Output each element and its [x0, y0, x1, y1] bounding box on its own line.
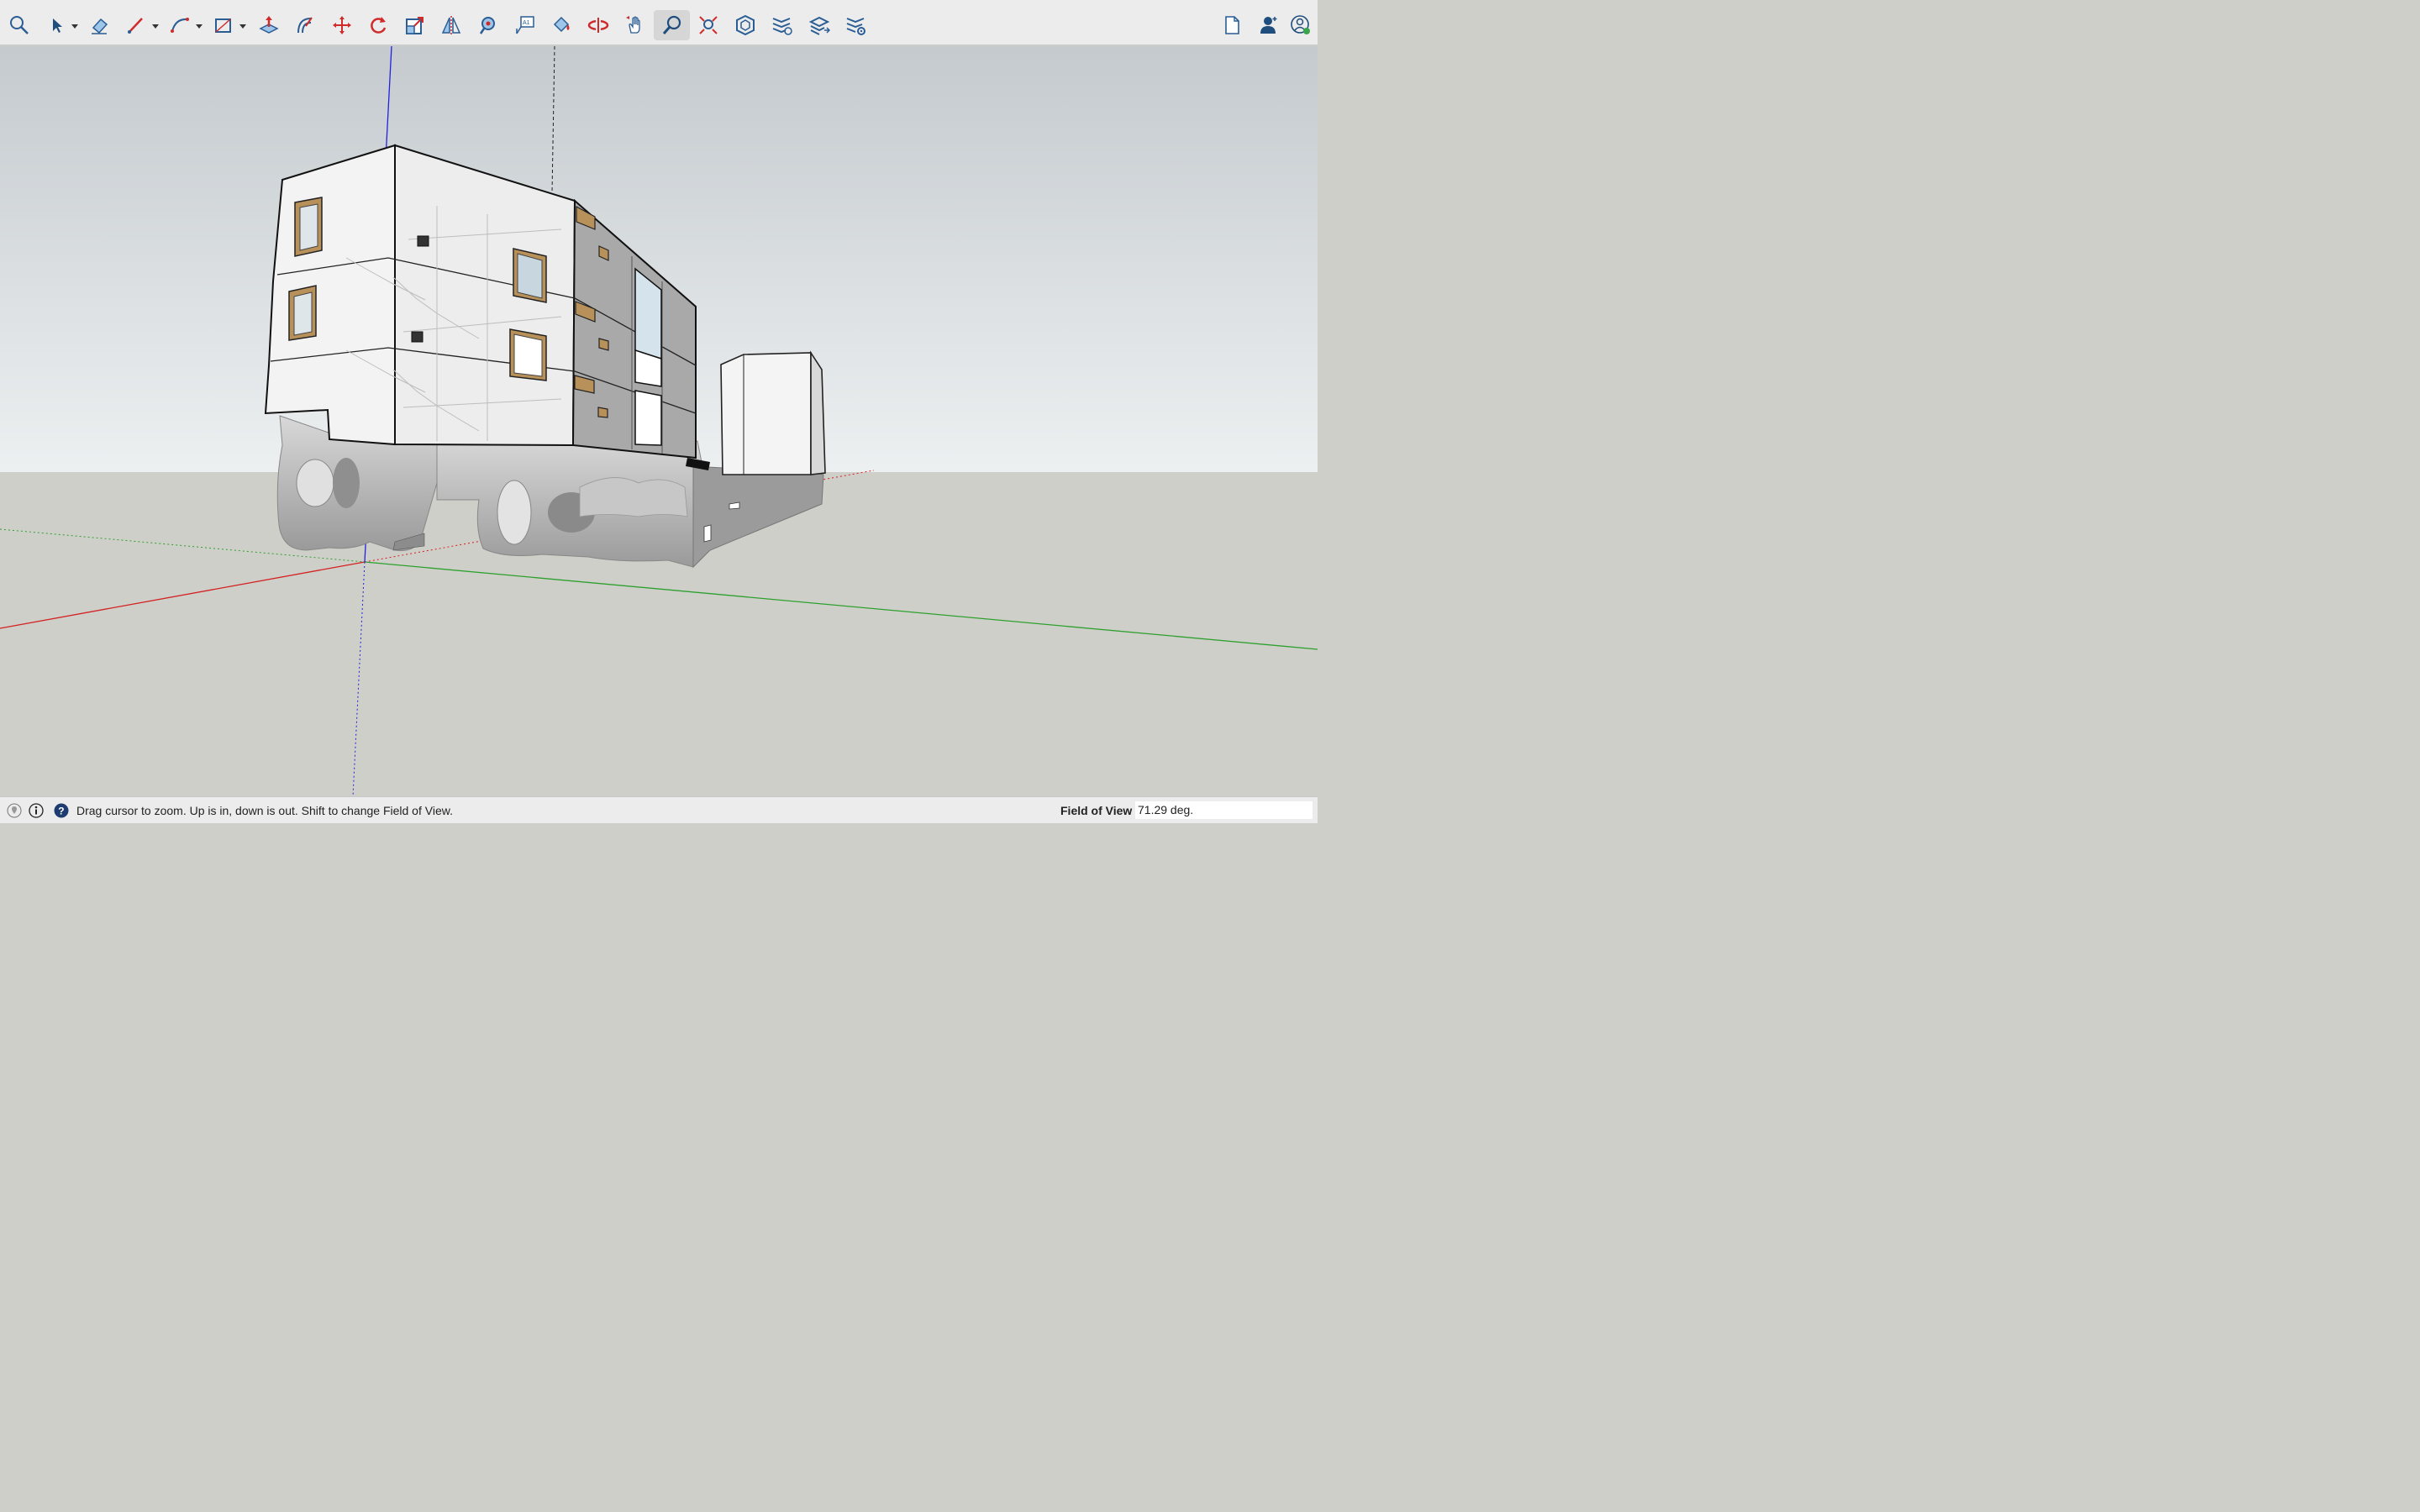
line-icon[interactable] [119, 8, 153, 42]
select-icon[interactable] [39, 8, 73, 42]
svg-text:?: ? [58, 806, 64, 817]
select-dropdown-caret[interactable] [71, 23, 79, 29]
new-file-icon[interactable] [1215, 8, 1249, 42]
offset-icon[interactable] [288, 8, 322, 42]
tape-measure-icon[interactable] [471, 8, 505, 42]
status-bar: ? Drag cursor to zoom. Up is in, down is… [0, 796, 1318, 823]
move-icon[interactable] [325, 8, 359, 42]
rectangle-dropdown-caret[interactable] [239, 23, 247, 29]
line-dropdown-caret[interactable] [151, 23, 160, 29]
eraser-icon[interactable] [82, 8, 116, 42]
account-icon[interactable] [1284, 8, 1318, 42]
credits-icon[interactable] [29, 803, 44, 818]
push-pull-icon[interactable] [252, 8, 286, 42]
help-icon[interactable]: ? [54, 803, 69, 818]
rectangle-icon[interactable] [207, 8, 240, 42]
arc-dropdown-caret[interactable] [195, 23, 203, 29]
extension-warehouse-icon[interactable] [765, 8, 798, 42]
main-toolbar: A1 [0, 0, 1318, 45]
layout-icon[interactable] [802, 8, 836, 42]
status-message: Drag cursor to zoom. Up is in, down is o… [76, 804, 453, 817]
model-viewport[interactable] [0, 46, 1318, 796]
adjacent-block [720, 350, 826, 475]
flip-icon[interactable] [434, 8, 468, 42]
text-icon[interactable]: A1 [508, 8, 542, 42]
scale-icon[interactable] [398, 8, 432, 42]
rotate-icon[interactable] [361, 8, 395, 42]
extension-manager-icon[interactable] [839, 8, 872, 42]
measurement-input[interactable]: 71.29 deg. [1135, 801, 1313, 819]
pan-icon[interactable] [618, 8, 652, 42]
scene-canvas[interactable] [0, 46, 1318, 796]
geo-location-icon[interactable] [7, 803, 22, 818]
arc-icon[interactable] [163, 8, 197, 42]
orbit-icon[interactable] [581, 8, 615, 42]
svg-text:A1: A1 [523, 20, 530, 26]
search-icon[interactable] [3, 8, 36, 42]
paint-bucket-icon[interactable] [544, 8, 578, 42]
3d-warehouse-icon[interactable] [729, 8, 762, 42]
user-icon[interactable] [1252, 8, 1286, 42]
zoom-icon[interactable] [654, 10, 690, 40]
measurement-label: Field of View [1060, 804, 1133, 817]
zoom-extents-icon[interactable] [692, 8, 725, 42]
